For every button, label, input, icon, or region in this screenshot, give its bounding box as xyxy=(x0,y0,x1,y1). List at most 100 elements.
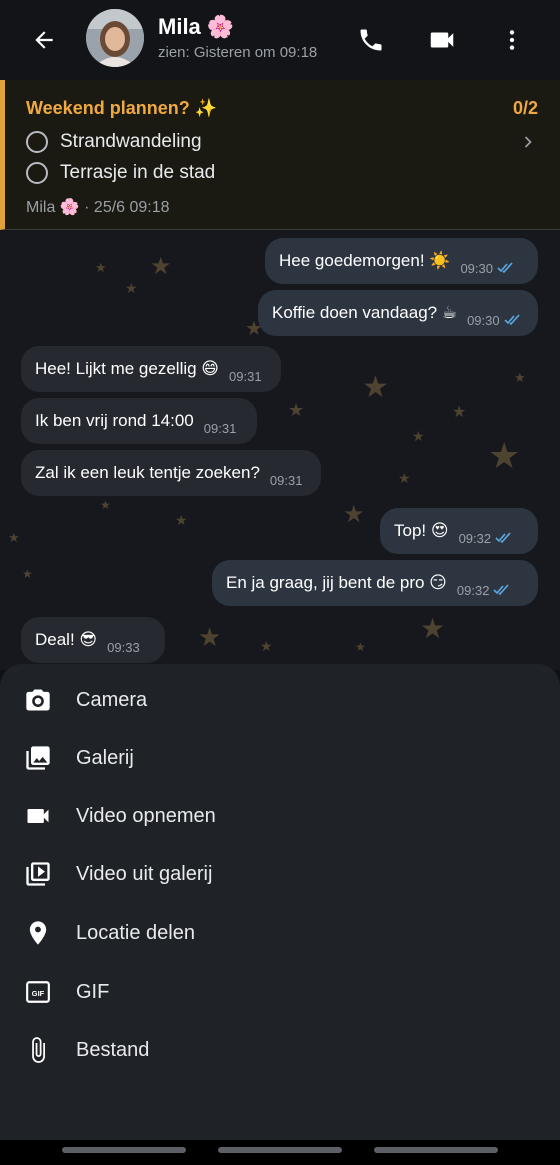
contact-name[interactable]: Mila 🌸 xyxy=(158,14,234,40)
star-icon: ★ xyxy=(22,567,33,581)
message-time: 09:33 xyxy=(107,639,140,655)
attach-location-option[interactable]: Locatie delen xyxy=(0,907,560,959)
star-icon: ★ xyxy=(398,470,411,486)
read-ticks-icon xyxy=(504,314,520,326)
paperclip-icon xyxy=(23,1035,53,1065)
read-ticks-icon xyxy=(497,262,513,274)
attach-option-label: Locatie delen xyxy=(76,921,195,944)
poll-open-button[interactable] xyxy=(518,132,538,152)
attach-camera-option[interactable]: Camera xyxy=(0,674,560,726)
radio-icon xyxy=(26,131,48,153)
phone-icon xyxy=(360,29,382,51)
back-button[interactable] xyxy=(24,22,64,58)
arrow-back-icon xyxy=(35,31,53,49)
message-text: Hee goedemorgen! ☀️ xyxy=(279,251,451,270)
svg-text:GIF: GIF xyxy=(32,989,45,998)
star-icon: ★ xyxy=(488,435,521,476)
attach-gallery-option[interactable]: Galerij xyxy=(0,732,560,784)
message-text: Ik ben vrij rond 14:00 xyxy=(35,411,194,430)
pinned-poll[interactable]: Weekend plannen? ✨ 0/2 Strandwandeling T… xyxy=(0,80,560,230)
message-time: 09:31 xyxy=(269,472,303,488)
avatar-image xyxy=(86,9,144,67)
avatar[interactable] xyxy=(86,9,144,67)
message-text: Koffie doen vandaag? ☕ xyxy=(272,303,458,322)
message-bubble-outgoing[interactable]: Koffie doen vandaag? ☕ 09:30 xyxy=(258,290,538,336)
more-vert-icon xyxy=(509,30,515,50)
call-button[interactable] xyxy=(351,20,391,60)
attach-record-video-option[interactable]: Video opnemen xyxy=(0,790,560,842)
message-list[interactable]: ★ ★ ★ ★ ★ ★ ★ ★ ★ ★ ★ ★ ★ ★ ★ ★ ★ ★ ★ ★ … xyxy=(0,230,560,670)
star-icon: ★ xyxy=(198,622,222,652)
nav-recents-button[interactable] xyxy=(62,1147,186,1153)
star-icon: ★ xyxy=(452,404,467,421)
star-icon: ★ xyxy=(125,280,138,296)
message-time: 09:30 xyxy=(467,312,500,328)
star-icon: ★ xyxy=(355,640,366,654)
star-icon: ★ xyxy=(288,400,305,420)
poll-title: Weekend plannen? ✨ xyxy=(26,98,218,118)
poll-option-label: Strandwandeling xyxy=(60,131,202,152)
nav-home-button[interactable] xyxy=(218,1147,342,1153)
poll-option[interactable]: Strandwandeling xyxy=(26,128,202,156)
attach-file-option[interactable]: Bestand xyxy=(0,1024,560,1076)
attach-option-label: Video uit galerij xyxy=(76,862,213,885)
message-text: Top! 😍 xyxy=(394,521,449,540)
chevron-right-icon xyxy=(524,136,532,148)
message-text: Deal! 😎 xyxy=(35,630,98,649)
message-bubble-outgoing[interactable]: En ja graag, jij bent de pro 😏 09:32 xyxy=(212,560,538,606)
message-bubble-outgoing[interactable]: Hee goedemorgen! ☀️ 09:30 xyxy=(265,238,538,284)
star-icon: ★ xyxy=(420,613,446,644)
gallery-icon xyxy=(23,743,53,773)
video-call-button[interactable] xyxy=(422,20,462,60)
poll-author-date: Mila 🌸 · 25/6 09:18 xyxy=(26,199,170,216)
star-icon: ★ xyxy=(343,501,365,528)
gif-icon: GIF xyxy=(23,977,53,1007)
message-bubble-incoming[interactable]: Deal! 😎 09:33 xyxy=(21,617,165,663)
star-icon: ★ xyxy=(362,371,389,404)
last-seen-status: zien: Gisteren om 09:18 xyxy=(158,44,318,61)
poll-vote-count: 0/2 xyxy=(512,98,538,118)
message-bubble-incoming[interactable]: Ik ben vrij rond 14:00 09:31 xyxy=(21,398,257,444)
star-icon: ★ xyxy=(260,638,273,654)
message-bubble-outgoing[interactable]: Top! 😍 09:32 xyxy=(380,508,538,554)
attach-option-label: Video opnemen xyxy=(76,804,216,827)
star-icon: ★ xyxy=(95,260,107,275)
message-time: 09:32 xyxy=(456,582,490,598)
location-pin-icon xyxy=(23,918,53,948)
message-time: 09:30 xyxy=(460,260,493,276)
more-options-button[interactable] xyxy=(492,20,532,60)
message-bubble-incoming[interactable]: Hee! Lijkt me gezellig 😄 09:31 xyxy=(21,346,281,392)
star-icon: ★ xyxy=(100,498,111,512)
message-text: En ja graag, jij bent de pro 😏 xyxy=(226,573,447,592)
poll-option-label: Terrasje in de stad xyxy=(60,162,216,183)
system-navigation-bar xyxy=(0,1140,560,1165)
star-icon: ★ xyxy=(412,428,425,444)
star-icon: ★ xyxy=(150,253,172,280)
radio-icon xyxy=(26,162,48,184)
message-time: 09:31 xyxy=(203,420,237,436)
message-time: 09:32 xyxy=(458,530,492,546)
message-time: 09:31 xyxy=(229,368,262,384)
star-icon: ★ xyxy=(514,370,526,385)
star-icon: ★ xyxy=(175,512,188,528)
read-ticks-icon xyxy=(493,584,510,596)
videocam-icon xyxy=(23,801,53,831)
video-library-icon xyxy=(23,859,53,889)
message-text: Hee! Lijkt me gezellig 😄 xyxy=(35,359,220,378)
attach-option-label: Galerij xyxy=(76,746,134,769)
attach-option-label: GIF xyxy=(76,980,110,1003)
poll-option[interactable]: Terrasje in de stad xyxy=(26,159,215,187)
attach-gif-option[interactable]: GIF GIF xyxy=(0,966,560,1018)
attach-option-label: Bestand xyxy=(76,1038,150,1061)
camera-icon xyxy=(23,685,53,715)
attach-video-gallery-option[interactable]: Video uit galerij xyxy=(0,848,560,900)
attachment-sheet: Camera Galerij Video opnemen Video uit g… xyxy=(0,664,560,1140)
star-icon: ★ xyxy=(8,530,20,545)
attach-option-label: Camera xyxy=(76,688,148,711)
read-ticks-icon xyxy=(495,532,511,544)
chat-header: Mila 🌸 zien: Gisteren om 09:18 xyxy=(0,0,560,80)
videocam-icon xyxy=(430,32,454,48)
nav-back-button[interactable] xyxy=(374,1147,498,1153)
message-text: Zal ik een leuk tentje zoeken? xyxy=(35,463,260,482)
message-bubble-incoming[interactable]: Zal ik een leuk tentje zoeken? 09:31 xyxy=(21,450,321,496)
